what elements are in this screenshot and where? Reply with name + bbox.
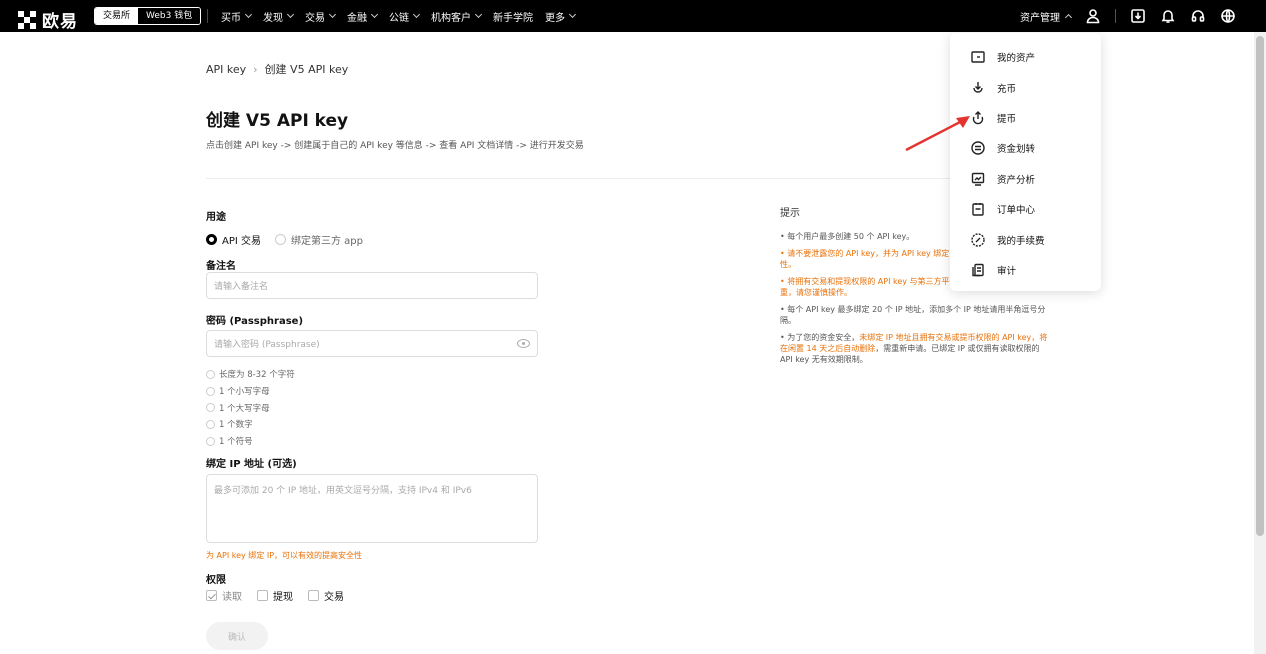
- radio-selected-icon: [206, 234, 217, 245]
- password-input[interactable]: 请输入密码 (Passphrase): [206, 330, 538, 357]
- main-nav: 买币 发现 交易 金融 公链 机构客户 新手学院 更多: [221, 0, 577, 32]
- tab-exchange[interactable]: 交易所: [95, 8, 139, 24]
- password-rules: 长度为 8-32 个字符 1 个小写字母 1 个大写字母 1 个数字 1 个符号: [206, 366, 295, 449]
- usage-label: 用途: [206, 212, 226, 223]
- permission-label: 权限: [206, 575, 226, 586]
- password-rule: 1 个符号: [206, 433, 295, 450]
- checkbox-trade[interactable]: 交易: [308, 588, 344, 603]
- page-title: 创建 V5 API key: [206, 111, 349, 131]
- checkbox-checked-icon: [206, 590, 217, 601]
- ip-warning: 为 API key 绑定 IP，可以有效的提高安全性: [206, 551, 363, 560]
- headset-icon[interactable]: [1190, 8, 1206, 24]
- circle-icon: [206, 369, 215, 379]
- checkbox-icon: [257, 590, 268, 601]
- chevron-down-icon: [568, 10, 577, 19]
- audit-icon: [972, 263, 984, 277]
- remark-input[interactable]: 请输入备注名: [206, 272, 538, 299]
- chevron-down-icon: [244, 10, 253, 19]
- fee-icon: [971, 232, 985, 247]
- password-rule: 长度为 8-32 个字符: [206, 366, 295, 383]
- header-tools: 资产管理: [1020, 0, 1236, 32]
- chevron-down-icon: [328, 10, 337, 19]
- product-switch: 交易所 Web3 钱包: [94, 7, 202, 25]
- tip-item: • 每个 API key 最多绑定 20 个 IP 地址，添加多个 IP 地址请…: [780, 305, 1046, 325]
- checkbox-read[interactable]: 读取: [206, 588, 242, 603]
- assets-menu-button[interactable]: 资产管理: [1020, 9, 1073, 24]
- checkbox-icon: [308, 590, 319, 601]
- radio-third-party-app[interactable]: 绑定第三方 app: [275, 232, 363, 247]
- menu-item-analysis[interactable]: 资产分析: [950, 164, 1101, 194]
- nav-trade[interactable]: 交易: [305, 9, 337, 24]
- circle-icon: [206, 403, 215, 413]
- analysis-icon: [971, 172, 985, 186]
- menu-item-my-assets[interactable]: 我的资产: [950, 42, 1101, 72]
- ip-textarea[interactable]: 最多可添加 20 个 IP 地址，用英文逗号分隔，支持 IPv4 和 IPv6: [206, 474, 538, 543]
- nav-finance[interactable]: 金融: [347, 9, 379, 24]
- deposit-icon: [973, 81, 983, 93]
- divider: [207, 9, 208, 23]
- nav-buy-crypto[interactable]: 买币: [221, 9, 253, 24]
- globe-icon[interactable]: [1220, 8, 1236, 24]
- confirm-button[interactable]: 确认: [206, 622, 268, 650]
- chevron-down-icon: [474, 10, 483, 19]
- circle-icon: [206, 419, 215, 429]
- nav-discover[interactable]: 发现: [263, 9, 295, 24]
- tab-web3-wallet[interactable]: Web3 钱包: [138, 8, 201, 24]
- password-label: 密码 (Passphrase): [206, 316, 304, 327]
- circle-icon: [206, 436, 215, 446]
- password-rule: 1 个数字: [206, 416, 295, 433]
- breadcrumb-separator: ›: [253, 62, 258, 76]
- breadcrumb: API key › 创建 V5 API key: [206, 61, 348, 77]
- divider: [1115, 9, 1116, 23]
- breadcrumb-api-key[interactable]: API key: [206, 63, 246, 76]
- assets-dropdown-menu: 我的资产 充币 提币 资金划转 资产分析 订单中心 我的手续费 审计: [950, 33, 1101, 291]
- permission-checkboxes: 读取 提现 交易: [206, 588, 344, 603]
- chevron-down-icon: [412, 10, 421, 19]
- download-icon[interactable]: [1130, 8, 1146, 24]
- logo-text: 欧易: [42, 12, 78, 32]
- nav-institutional[interactable]: 机构客户: [431, 9, 483, 24]
- menu-item-fees[interactable]: 我的手续费: [950, 224, 1101, 254]
- top-navigation-bar: 欧易 交易所 Web3 钱包 买币 发现 交易 金融 公链 机构客户 新手学院 …: [0, 0, 1266, 32]
- user-icon[interactable]: [1085, 8, 1101, 24]
- page-scrollbar[interactable]: [1254, 32, 1266, 654]
- annotation-arrow-icon: [905, 116, 970, 152]
- chevron-down-icon: [370, 10, 379, 19]
- logo[interactable]: 欧易: [18, 7, 78, 32]
- ip-label: 绑定 IP 地址 (可选): [206, 459, 297, 470]
- radio-unselected-icon: [275, 234, 286, 245]
- okx-logo-icon: [18, 10, 36, 29]
- breadcrumb-current: 创建 V5 API key: [264, 63, 349, 76]
- scrollbar-thumb[interactable]: [1256, 36, 1264, 536]
- password-rule: 1 个大写字母: [206, 399, 295, 416]
- nav-academy[interactable]: 新手学院: [493, 9, 533, 24]
- section-divider: [206, 178, 1046, 179]
- tip-item: • 为了您的资金安全，未绑定 IP 地址且拥有交易或提币权限的 API key，…: [780, 333, 1048, 364]
- bell-icon[interactable]: [1160, 8, 1176, 24]
- eye-icon[interactable]: [517, 339, 530, 348]
- nav-more[interactable]: 更多: [545, 9, 577, 24]
- wallet-icon: [971, 51, 985, 63]
- circle-icon: [206, 386, 215, 396]
- menu-item-audit[interactable]: 审计: [950, 255, 1101, 285]
- password-rule: 1 个小写字母: [206, 383, 295, 400]
- checkbox-withdraw[interactable]: 提现: [257, 588, 293, 603]
- chevron-down-icon: [286, 10, 295, 19]
- remark-label: 备注名: [206, 261, 236, 272]
- page-description: 点击创建 API key -> 创建属于自己的 API key 等信息 -> 查…: [206, 141, 584, 151]
- usage-radio-group: API 交易 绑定第三方 app: [206, 232, 363, 247]
- radio-api-trade[interactable]: API 交易: [206, 232, 261, 247]
- chevron-up-icon: [1064, 13, 1073, 22]
- nav-chain[interactable]: 公链: [389, 9, 421, 24]
- order-icon: [972, 203, 984, 216]
- menu-item-deposit[interactable]: 充币: [950, 72, 1101, 102]
- menu-item-orders[interactable]: 订单中心: [950, 194, 1101, 224]
